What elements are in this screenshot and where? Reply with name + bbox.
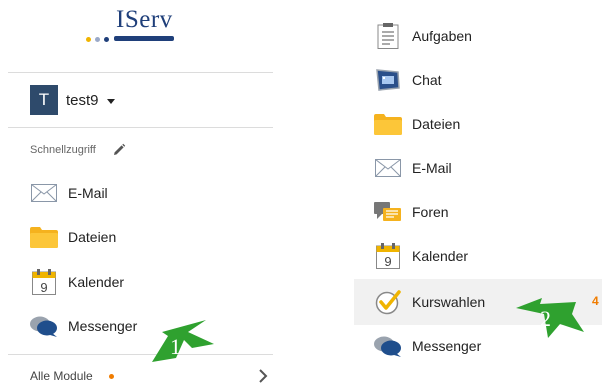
notification-dot (108, 373, 114, 379)
svg-text:9: 9 (40, 280, 47, 295)
quick-item-label: Messenger (68, 318, 138, 334)
module-item-label: Dateien (412, 116, 461, 132)
calendar-icon: 9 (374, 243, 402, 269)
module-item-aufgaben[interactable]: Aufgaben (374, 18, 472, 54)
module-item-label: Aufgaben (412, 28, 472, 44)
arrow-1-number: 1 (170, 334, 181, 359)
logo-dot-grey (95, 37, 100, 42)
module-item-label: Kurswahlen (412, 294, 486, 310)
svg-text:9: 9 (384, 254, 391, 269)
annotation-arrow-2: 2 (516, 298, 584, 338)
folder-icon (374, 111, 402, 137)
quick-item-email[interactable]: E-Mail (30, 178, 108, 208)
module-item-kurswahlen[interactable]: Kurswahlen (374, 284, 485, 320)
envelope-icon (374, 155, 402, 181)
module-item-label: Messenger (412, 338, 482, 354)
module-item-label: Kalender (412, 248, 469, 264)
envelope-icon (30, 180, 58, 206)
quick-access-label: Schnellzugriff (30, 144, 96, 156)
quick-item-label: Kalender (68, 274, 125, 290)
logo-text: IServ (116, 6, 173, 33)
divider-top (8, 72, 273, 73)
module-item-chat[interactable]: Chat (374, 62, 442, 98)
messenger-icon (30, 313, 58, 339)
kurswahlen-badge: 4 (592, 294, 599, 308)
quick-item-label: Dateien (68, 229, 117, 245)
quick-item-calendar[interactable]: 9 Kalender (30, 267, 124, 297)
quick-item-label: E-Mail (68, 185, 108, 201)
arrow-2-number: 2 (540, 306, 551, 331)
caret-down-icon (106, 98, 115, 104)
module-item-label: E-Mail (412, 160, 452, 176)
annotation-arrow-1: 1 (152, 320, 214, 362)
module-item-dateien[interactable]: Dateien (374, 106, 460, 142)
all-modules-label: Alle Module (30, 369, 93, 383)
messenger-icon (374, 333, 402, 359)
iserv-logo[interactable]: IServ (82, 6, 192, 50)
quick-item-messenger[interactable]: Messenger (30, 311, 137, 341)
logo-dot-yellow (86, 37, 91, 42)
checkmark-icon (374, 289, 402, 315)
module-item-label: Foren (412, 204, 449, 220)
quick-access-header: Schnellzugriff (30, 142, 126, 158)
forum-icon (374, 199, 402, 225)
edit-pencil-icon[interactable] (112, 143, 126, 157)
module-item-label: Chat (412, 72, 442, 88)
logo-underline (114, 36, 174, 41)
quick-item-files[interactable]: Dateien (30, 222, 116, 252)
folder-icon (30, 224, 58, 250)
divider-bottom (8, 354, 273, 355)
user-menu[interactable]: T test9 (30, 84, 115, 116)
username: test9 (66, 91, 99, 109)
avatar: T (30, 85, 58, 115)
module-item-email[interactable]: E-Mail (374, 150, 452, 186)
logo-dot-blue (104, 37, 109, 42)
divider-user (8, 127, 273, 128)
clipboard-icon (374, 23, 402, 49)
module-item-foren[interactable]: Foren (374, 194, 449, 230)
calendar-icon: 9 (30, 269, 58, 295)
module-item-messenger[interactable]: Messenger (374, 328, 481, 364)
module-item-kalender[interactable]: 9 Kalender (374, 238, 468, 274)
chat-icon (374, 67, 402, 93)
